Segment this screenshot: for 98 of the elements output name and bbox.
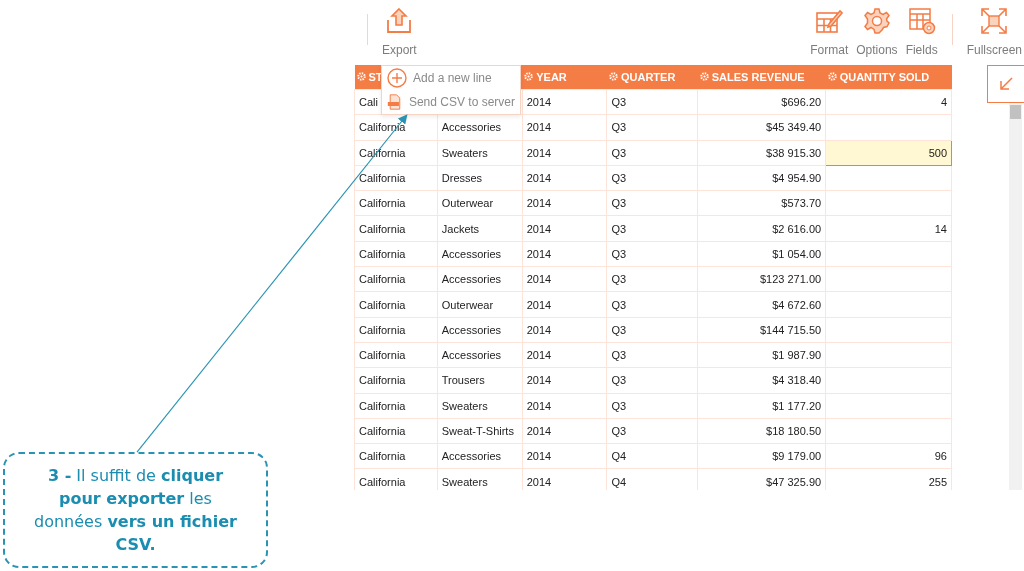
table-cell: 2014 — [522, 317, 607, 343]
table-cell: $1 177.20 — [697, 393, 826, 419]
table-cell: 2014 — [522, 266, 607, 292]
table-edit-icon — [815, 7, 844, 35]
gear-icon — [862, 7, 891, 35]
table-cell: $144 715.50 — [697, 317, 826, 343]
table-cell: 2014 — [522, 418, 607, 444]
table-cell: $1 987.90 — [697, 342, 826, 368]
table-cell: Q3 — [606, 418, 698, 444]
fullscreen-icon — [980, 7, 1009, 35]
table-cell: Accessories — [437, 443, 523, 469]
table-cell: Trousers — [437, 367, 523, 394]
table-cell: Q3 — [606, 165, 698, 191]
table-cell: Sweat-T-Shirts — [437, 418, 523, 444]
table-cell: 2014 — [522, 190, 607, 216]
table-cell: Outerwear — [437, 291, 523, 318]
table-cell: Outerwear — [437, 190, 523, 216]
table-cell: 2014 — [522, 165, 607, 191]
scrollbar[interactable] — [1009, 103, 1022, 490]
table-cell: Sweaters — [437, 140, 523, 166]
table-cell: 2014 — [522, 140, 607, 166]
table-cell: Q3 — [606, 317, 698, 343]
table-cell: $38 915.30 — [697, 140, 826, 166]
table-cell: $573.70 — [697, 190, 826, 216]
table-cell: California — [354, 468, 438, 490]
table-settings-icon — [907, 7, 936, 35]
table-cell: 2014 — [522, 241, 607, 267]
table-cell: 2014 — [522, 367, 607, 394]
table-cell: Q3 — [606, 241, 698, 267]
table-cell: Q3 — [606, 266, 698, 292]
table-cell: Sweaters — [437, 393, 523, 419]
table-cell: California — [354, 393, 438, 419]
table-cell: California — [354, 266, 438, 292]
table-cell: California — [354, 216, 438, 242]
exit-fullscreen-button[interactable] — [987, 65, 1024, 103]
csv-file-icon — [387, 92, 403, 112]
table-cell: Q3 — [606, 190, 698, 216]
gear-icon — [827, 72, 837, 82]
table-cell: 2014 — [522, 443, 607, 469]
table-cell: California — [354, 443, 438, 469]
table-cell: California — [354, 190, 438, 216]
table-cell: 2014 — [522, 393, 607, 419]
table-cell: 4 — [825, 89, 952, 115]
arrow-icon — [998, 76, 1014, 92]
table-cell: California — [354, 165, 438, 191]
table-cell: Q4 — [606, 443, 698, 469]
column-header[interactable]: ST — [356, 70, 383, 83]
table-cell: $123 271.00 — [697, 266, 826, 292]
gear-icon — [608, 72, 618, 82]
fields-button[interactable]: Fields — [901, 0, 942, 65]
table-cell: 2014 — [522, 291, 607, 318]
table-cell: Accessories — [437, 317, 523, 343]
table-cell: $9 179.00 — [697, 443, 826, 469]
export-button[interactable]: Export — [378, 0, 421, 65]
table-cell: 2014 — [522, 89, 607, 115]
table-cell: California — [354, 367, 438, 394]
table-cell: Q3 — [606, 89, 698, 115]
options-button[interactable]: Options — [852, 0, 902, 65]
table-cell: $4 954.90 — [697, 165, 826, 191]
table-cell: $45 349.40 — [697, 114, 826, 141]
table-cell: $2 616.00 — [697, 216, 826, 242]
table-cell: $696.20 — [697, 89, 826, 115]
table-cell: Q3 — [606, 216, 698, 242]
table-cell: 2014 — [522, 216, 607, 242]
export-icon — [385, 7, 414, 35]
gear-icon — [524, 72, 534, 82]
gear-icon — [356, 72, 366, 82]
fullscreen-button[interactable]: Fullscreen — [962, 0, 1024, 65]
table-cell: $1 054.00 — [697, 241, 826, 267]
table-cell: Jackets — [437, 216, 523, 242]
table-cell: Q3 — [606, 140, 698, 166]
table-cell: 2014 — [522, 114, 607, 141]
table-cell: 96 — [825, 443, 952, 469]
table-cell: California — [354, 317, 438, 343]
table-cell: Accessories — [437, 266, 523, 292]
table-cell: 14 — [825, 216, 952, 242]
table-cell: Accessories — [437, 342, 523, 368]
table-cell: $4 318.40 — [697, 367, 826, 394]
table-cell: $4 672.60 — [697, 291, 826, 318]
table-cell: Q3 — [606, 291, 698, 318]
table-cell: California — [354, 241, 438, 267]
callout-text: 3 - Il suffit de cliquer pour exporter les données vers un fichier CSV. — [33, 465, 238, 556]
table-cell: Q3 — [606, 367, 698, 394]
table-cell: Accessories — [437, 241, 523, 267]
gear-icon — [699, 72, 709, 82]
table-cell: California — [354, 418, 438, 444]
menu-item[interactable]: Add a new line — [382, 66, 520, 90]
table-cell: 500 — [825, 140, 952, 166]
table-cell: Q3 — [606, 393, 698, 419]
table-cell: 2014 — [522, 342, 607, 368]
plus-circle-icon — [387, 68, 407, 88]
format-button[interactable]: Format — [806, 0, 853, 65]
table-cell: California — [354, 291, 438, 318]
table-cell: $18 180.50 — [697, 418, 826, 444]
table-cell: Q3 — [606, 114, 698, 141]
table-cell: California — [354, 342, 438, 368]
table-cell: Dresses — [437, 165, 523, 191]
table-cell: Q3 — [606, 342, 698, 368]
